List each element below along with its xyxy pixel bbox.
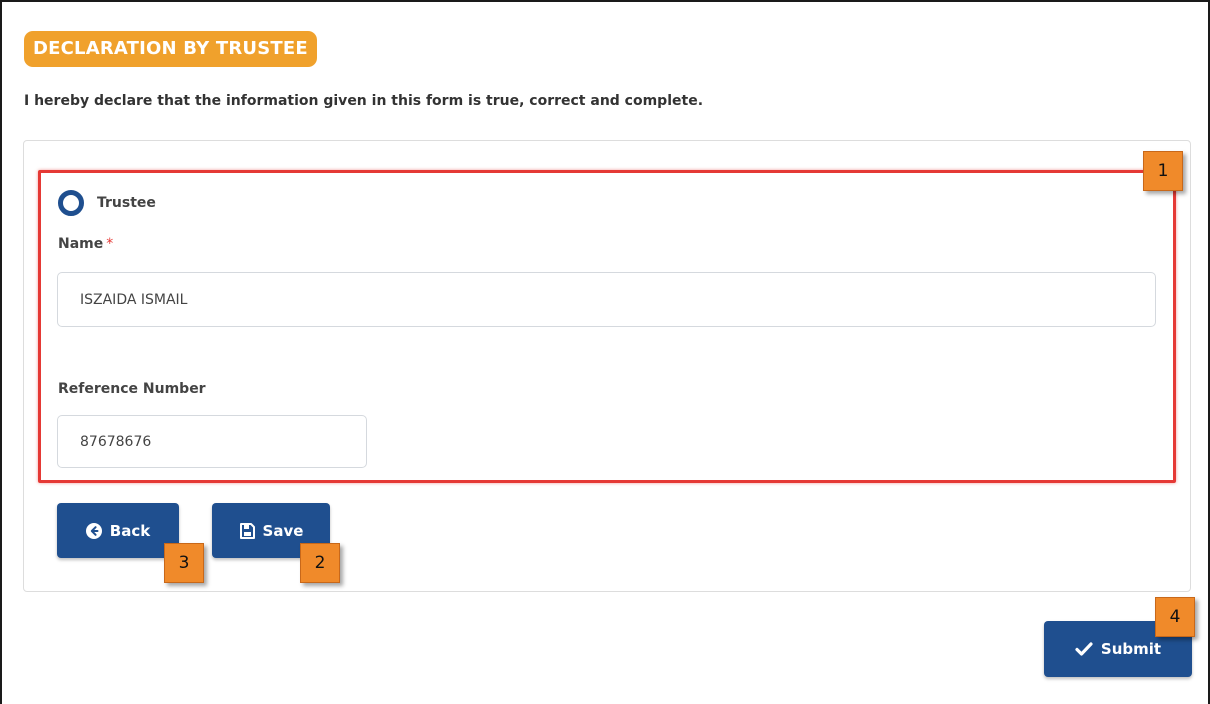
floppy-disk-icon — [239, 522, 255, 539]
section-title: DECLARATION BY TRUSTEE — [24, 31, 317, 67]
check-icon — [1075, 642, 1093, 656]
name-label-text: Name — [58, 236, 104, 252]
save-button-label: Save — [262, 521, 304, 540]
submit-button-label: Submit — [1100, 640, 1162, 658]
trustee-radio[interactable] — [58, 190, 84, 216]
back-button[interactable]: Back — [57, 503, 179, 558]
trustee-radio-label: Trustee — [97, 195, 156, 211]
required-mark: * — [106, 236, 114, 252]
reference-number-label: Reference Number — [58, 381, 206, 397]
arrow-circle-left-icon — [85, 522, 102, 539]
back-button-label: Back — [109, 521, 151, 540]
name-label: Name * — [58, 236, 113, 252]
callout-marker-2: 2 — [300, 543, 340, 583]
callout-marker-4: 4 — [1155, 597, 1195, 637]
reference-number-field[interactable] — [57, 415, 367, 468]
callout-marker-3: 3 — [164, 543, 204, 583]
name-field[interactable] — [57, 272, 1156, 327]
declaration-text: I hereby declare that the information gi… — [24, 93, 704, 109]
callout-marker-1: 1 — [1143, 151, 1183, 191]
trustee-radio-option[interactable]: Trustee — [58, 190, 156, 216]
